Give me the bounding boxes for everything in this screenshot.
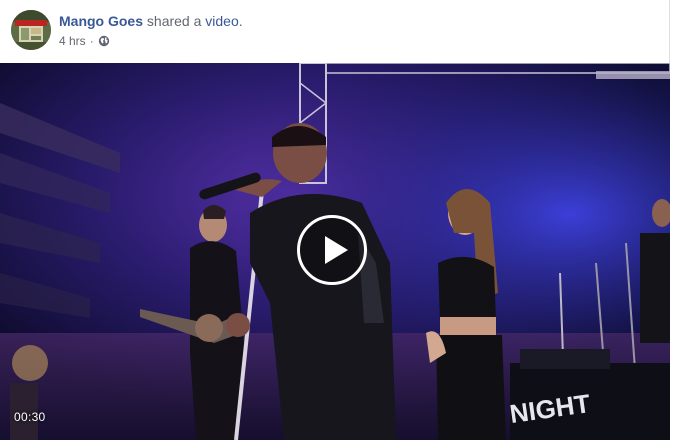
feed-post: Mango Goes shared a video. 4 hrs · NIGHT… bbox=[0, 0, 676, 447]
post-footer-gap bbox=[0, 440, 670, 447]
play-button[interactable] bbox=[297, 215, 367, 285]
video-duration: 00:30 bbox=[14, 410, 46, 424]
post-headline: Mango Goes shared a video. bbox=[59, 12, 243, 30]
avatar-image bbox=[11, 10, 51, 50]
post-subline: 4 hrs · bbox=[59, 33, 243, 49]
play-icon bbox=[325, 236, 348, 264]
post-timestamp-link[interactable]: 4 hrs bbox=[59, 33, 86, 49]
author-name-link[interactable]: Mango Goes bbox=[59, 13, 143, 29]
post-meta: Mango Goes shared a video. 4 hrs · bbox=[59, 12, 243, 49]
post-header: Mango Goes shared a video. 4 hrs · bbox=[0, 0, 670, 62]
action-text: shared a bbox=[146, 13, 202, 29]
video-link[interactable]: video bbox=[205, 13, 238, 29]
globe-icon[interactable] bbox=[98, 35, 110, 47]
separator-dot: · bbox=[89, 34, 94, 48]
video-player[interactable]: NIGHT 00:30 bbox=[0, 63, 670, 440]
headline-period: . bbox=[238, 13, 243, 29]
avatar[interactable] bbox=[11, 10, 51, 50]
